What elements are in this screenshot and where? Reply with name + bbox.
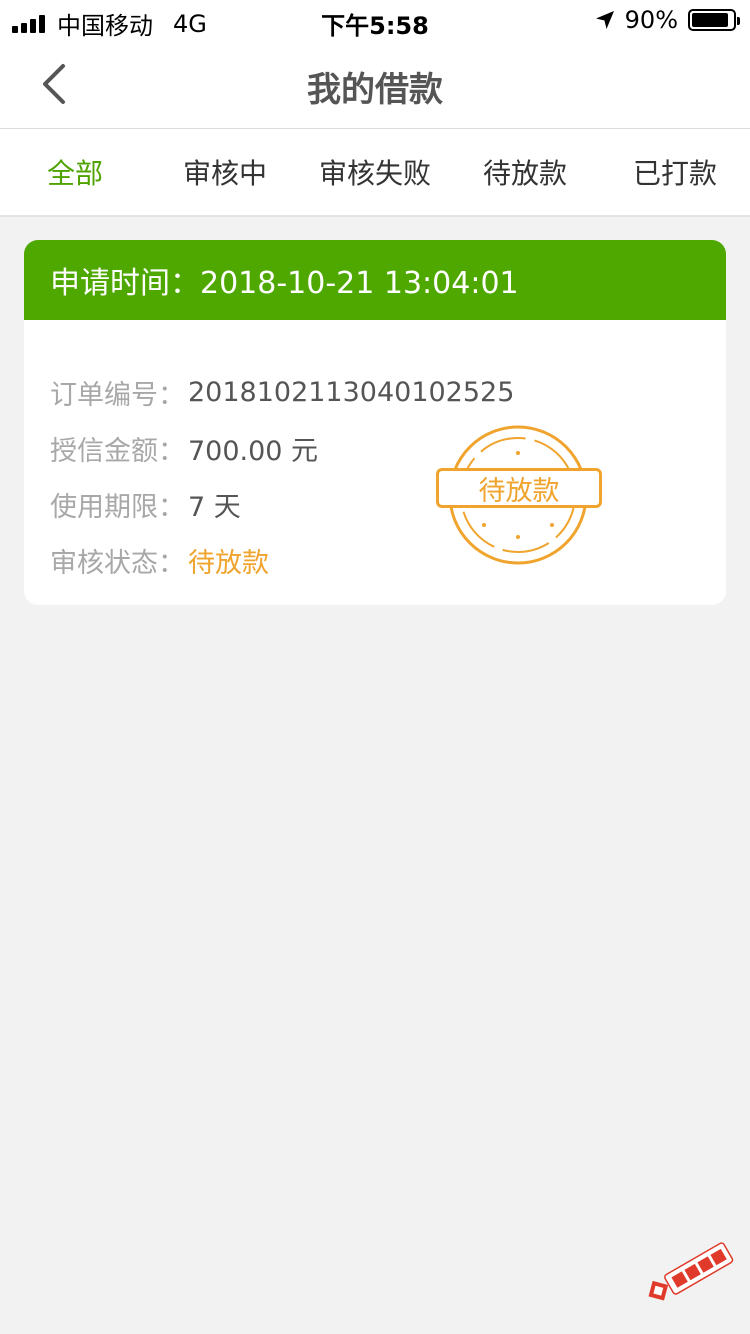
- pending-stamp: 待放款: [434, 425, 614, 565]
- tab-bar: 全部 审核中 审核失败 待放款 已打款: [0, 129, 750, 217]
- battery-icon: [688, 9, 740, 31]
- page-title: 我的借款: [307, 70, 443, 110]
- review-status-label: 审核状态：: [50, 547, 185, 579]
- review-status-value: 待放款: [188, 547, 269, 579]
- status-right: 90%: [595, 6, 740, 34]
- order-number-label: 订单编号：: [50, 379, 185, 411]
- nav-bar: 我的借款: [0, 40, 750, 129]
- loan-card-body: 订单编号： 2018102113040102525 授信金额： 700.00 元…: [24, 320, 726, 588]
- stamp-label: 待放款: [436, 468, 602, 508]
- tab-all[interactable]: 全部: [0, 129, 150, 215]
- status-bar: 中国移动 4G 下午5:58 90%: [0, 0, 750, 40]
- tab-pending-disbursement[interactable]: 待放款: [450, 129, 600, 215]
- credit-amount-label: 授信金额：: [50, 435, 185, 467]
- tab-review-failed[interactable]: 审核失败: [300, 129, 450, 215]
- tab-reviewing[interactable]: 审核中: [150, 129, 300, 215]
- loan-term-value: 7 天: [188, 491, 241, 523]
- loan-term-row: 使用期限： 7 天: [50, 476, 726, 532]
- loan-card-header: 申请时间：2018-10-21 13:04:01: [24, 240, 726, 320]
- battery-fill: [692, 13, 728, 27]
- battery-percent: 90%: [624, 6, 678, 34]
- loan-card[interactable]: 申请时间：2018-10-21 13:04:01 订单编号： 201810211…: [24, 240, 726, 605]
- order-number-row: 订单编号： 2018102113040102525: [50, 364, 726, 420]
- loan-term-label: 使用期限：: [50, 491, 185, 523]
- order-number-value: 2018102113040102525: [188, 376, 515, 408]
- credit-amount-row: 授信金额： 700.00 元: [50, 420, 726, 476]
- credit-amount-value: 700.00 元: [188, 435, 319, 467]
- tab-disbursed[interactable]: 已打款: [600, 129, 750, 215]
- review-status-row: 审核状态： 待放款: [50, 532, 726, 588]
- location-arrow-icon: [595, 11, 614, 29]
- watermark-logo: [648, 1242, 734, 1301]
